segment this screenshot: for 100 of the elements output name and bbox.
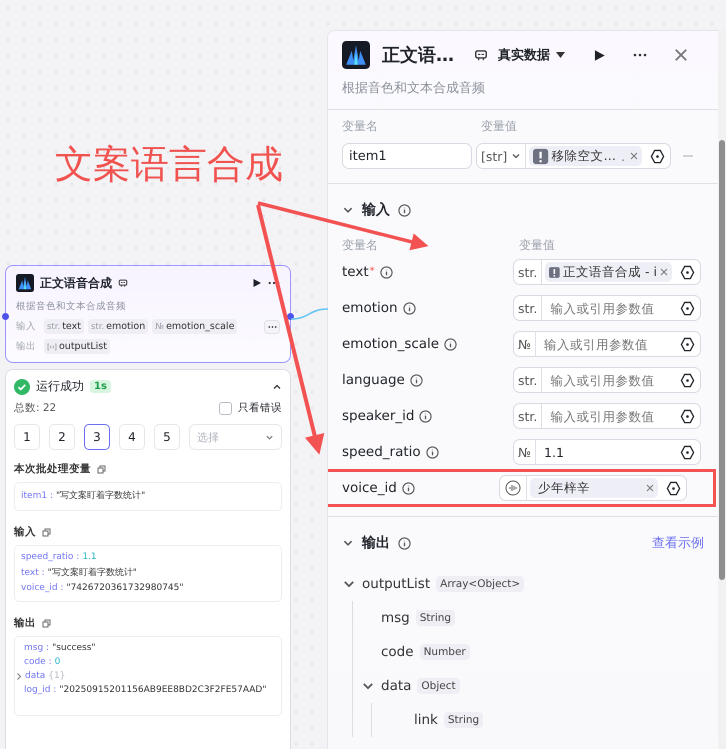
type-selector[interactable]: [str]: [477, 144, 526, 168]
type-label: str.: [514, 296, 542, 320]
run-status: 运行成功: [36, 378, 84, 395]
variable-picker-icon[interactable]: [650, 148, 665, 164]
variable-name-input[interactable]: item1: [342, 143, 472, 169]
copy-icon[interactable]: [97, 464, 106, 474]
node-title: 正文语音合成: [40, 274, 112, 292]
close-icon[interactable]: [630, 152, 638, 160]
variable-picker-icon[interactable]: [666, 480, 681, 496]
app-logo-icon: [16, 274, 34, 292]
voice-field[interactable]: 少年梓辛: [499, 475, 687, 501]
reference-tag: 移除空文… .: [529, 146, 642, 166]
panel-description: 根据音色和文本合成音频: [342, 80, 486, 97]
param-name: text: [342, 264, 369, 280]
node-description: 根据音色和文本合成音频: [16, 300, 127, 313]
json-line: log_id : "20250915201156AB9EE8BD2C3F2FE57AAD": [24, 685, 268, 695]
chevron-down-icon[interactable]: [511, 151, 522, 161]
input-chip: № emotion_scale: [152, 319, 238, 334]
voice-icon: [505, 480, 521, 496]
param-field[interactable]: str. 输入或引用参数值: [513, 367, 701, 393]
param-name: speed_ratio: [342, 444, 421, 460]
output-field-name: msg: [381, 610, 410, 626]
close-icon[interactable]: [646, 484, 654, 492]
copy-icon[interactable]: [42, 618, 51, 628]
param-input[interactable]: 输入或引用参数值: [536, 336, 675, 352]
info-icon: [402, 302, 416, 314]
connection-port[interactable]: [2, 313, 9, 320]
page-button[interactable]: 4: [119, 424, 145, 450]
page-button[interactable]: 3: [84, 424, 110, 450]
param-name: voice_id: [342, 480, 397, 496]
type-label: str.: [514, 404, 542, 428]
view-example-link[interactable]: 查看示例: [652, 534, 704, 552]
param-field[interactable]: № 1.1: [513, 439, 701, 465]
input-chip: str. text: [44, 319, 84, 334]
output-field-name: data: [381, 678, 412, 694]
column-header: 变量名: [342, 118, 379, 135]
panel-title: 正文语…: [382, 44, 455, 67]
checkbox[interactable]: [219, 402, 232, 414]
info-icon: [426, 446, 439, 458]
param-input[interactable]: 输入或引用参数值: [542, 372, 675, 388]
node-card[interactable]: 正文语音合成 根据音色和文本合成音频 输入 str. text str. emotion № emotion_scale 输出 outputList: [5, 265, 291, 363]
variable-picker-icon[interactable]: [680, 444, 695, 460]
variable-picker-icon[interactable]: [680, 336, 695, 352]
mask-icon[interactable]: [118, 278, 128, 288]
output-field-name: link: [414, 712, 438, 728]
variable-picker-icon[interactable]: [680, 372, 695, 388]
input-chip: str. emotion: [88, 319, 148, 334]
info-icon: [402, 482, 415, 494]
section-title: 本次批处理变量: [14, 462, 91, 476]
variable-picker-icon[interactable]: [680, 264, 695, 280]
total-count: 总数: 22: [14, 401, 56, 415]
variable-picker-icon[interactable]: [680, 408, 695, 424]
type-tag: Array<Object>: [436, 576, 524, 592]
param-field[interactable]: str. 输入或引用参数值: [513, 295, 701, 321]
page-button[interactable]: 2: [49, 424, 75, 450]
type-label: str.: [514, 368, 542, 392]
variable-value-field[interactable]: [str] 移除空文… .: [476, 143, 671, 169]
output-field-name: code: [381, 644, 414, 660]
info-icon: [444, 338, 458, 350]
more-icon[interactable]: [632, 53, 648, 57]
type-tag: String: [416, 610, 456, 626]
more-icon[interactable]: [268, 324, 276, 328]
type-tag: Number: [420, 644, 470, 660]
mask-icon[interactable]: [474, 48, 488, 62]
param-name: speaker_id: [342, 408, 414, 424]
json-line: code : 0: [24, 657, 62, 667]
param-field[interactable]: str. 正文语音合成 - i: [513, 259, 701, 285]
data-mode-dropdown[interactable]: 真实数据: [498, 46, 565, 64]
duration-badge: 1s: [90, 380, 111, 393]
chevron-right-icon[interactable]: [16, 672, 22, 680]
play-icon[interactable]: [252, 278, 262, 288]
connector-line: [291, 306, 328, 322]
page-button[interactable]: 1: [14, 424, 40, 450]
column-header: 变量值: [481, 118, 517, 135]
app-logo-icon: [342, 41, 370, 69]
close-icon[interactable]: [674, 48, 688, 62]
annotation-title: 文案语言合成: [55, 141, 283, 188]
output-chip: outputList: [44, 339, 110, 354]
close-icon[interactable]: [660, 268, 668, 276]
section-title: 输入: [14, 525, 36, 539]
output-field-name: outputList: [362, 576, 430, 592]
param-input[interactable]: 输入或引用参数值: [542, 300, 675, 316]
variable-picker-icon[interactable]: [680, 300, 695, 316]
info-icon: [419, 410, 432, 422]
param-field[interactable]: № 输入或引用参数值: [513, 331, 701, 357]
more-button[interactable]: [264, 320, 280, 334]
page-button[interactable]: 5: [154, 424, 180, 450]
json-line[interactable]: data {1}: [16, 671, 272, 681]
info-icon: [410, 374, 423, 386]
param-name: emotion_scale: [342, 336, 440, 352]
column-header: 变量名: [342, 237, 379, 254]
param-input[interactable]: 输入或引用参数值: [542, 408, 675, 424]
warning-icon: [533, 148, 549, 164]
copy-icon[interactable]: [42, 528, 51, 536]
type-tag: String: [444, 712, 484, 728]
play-icon[interactable]: [593, 48, 606, 62]
success-icon: [14, 378, 30, 394]
checkbox-label: 只看错误: [238, 401, 282, 415]
param-field[interactable]: str. 输入或引用参数值: [513, 403, 701, 429]
json-line: item1 : "写文案盯着字数统计": [21, 489, 146, 502]
